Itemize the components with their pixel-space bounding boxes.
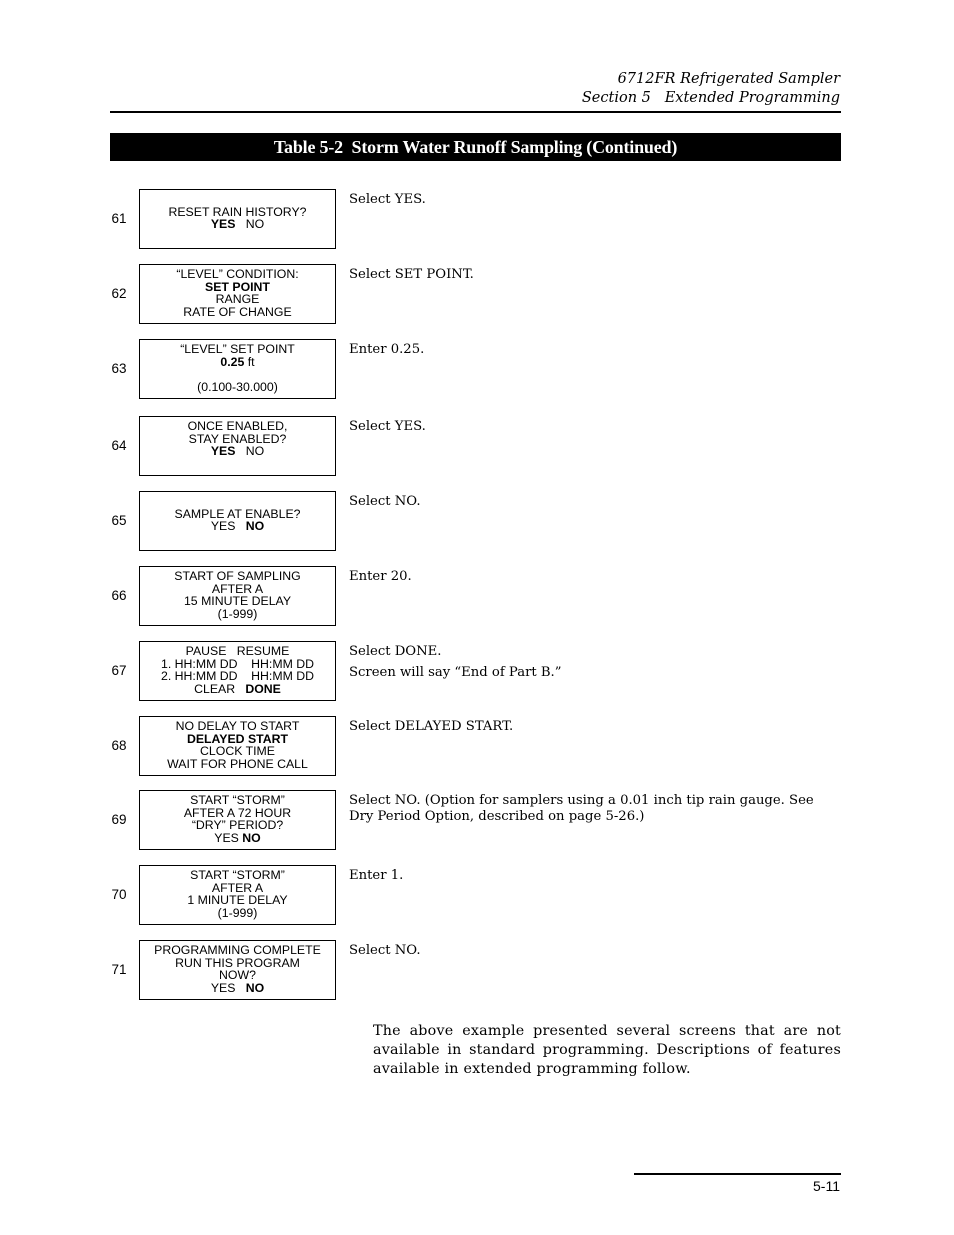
instruction: Select NO.	[349, 943, 829, 959]
page-number: 5-11	[813, 1178, 840, 1194]
table-row: 65 SAMPLE AT ENABLE? YES NO Select NO.	[0, 491, 954, 551]
instruction-text: Enter 1.	[349, 868, 404, 883]
table-title: Table 5-2 Storm Water Runoff Sampling (C…	[273, 137, 678, 157]
header-rule	[110, 111, 841, 113]
instruction-text: Select NO.	[349, 494, 421, 509]
screen-text: (0.100-30.000)	[197, 379, 278, 394]
instruction: Select YES.	[349, 192, 829, 208]
screen-selected-option: NO	[245, 519, 265, 534]
display-screen: RESET RAIN HISTORY? YES NO	[139, 189, 336, 249]
screen-line: WAIT FOR PHONE CALL	[140, 756, 335, 771]
table-row: 62 “LEVEL” CONDITION: SET POINT RANGE RATE O…	[0, 264, 954, 324]
step-number: 68	[111, 738, 127, 753]
instruction: Select DONE. Screen will say “End of Part…	[349, 644, 829, 681]
screen-text: (1-999)	[217, 606, 258, 621]
instruction-text: Select YES.	[349, 192, 426, 207]
header-title: 6712FR Refrigerated Sampler	[617, 71, 840, 87]
step-number: 69	[111, 812, 127, 827]
instruction: Select NO.	[349, 494, 829, 510]
table-row: 70 START “STORM” AFTER A1 MINUTE DELAY (1-9…	[0, 865, 954, 925]
screen-line: RATE OF CHANGE	[140, 304, 335, 319]
screen-line: YES NO	[140, 980, 335, 995]
header-section: Section 5 Extended Programming	[581, 90, 840, 106]
display-screen: START OF SAMPLING AFTER A 15 MINUTE DELAY(…	[139, 566, 336, 626]
display-screen: PAUSE RESUME 1. HH:MM DD HH:MM DD 2. HH:MM…	[139, 641, 336, 701]
screen-selected-option: YES	[210, 217, 236, 232]
display-screen: START “STORM” AFTER A1 MINUTE DELAY (1-999…	[139, 865, 336, 925]
screen-line: CLEAR DONE	[140, 681, 335, 696]
instruction-note: Screen will say “End of Part B.”	[349, 665, 562, 680]
screen-line: (1-999)	[140, 606, 335, 621]
instruction: Enter 20.	[349, 569, 829, 585]
step-number: 70	[111, 887, 127, 902]
step-number: 62	[111, 286, 127, 301]
table-row: 64 ONCE ENABLED, STAY ENABLED? YES NO Select…	[0, 416, 954, 476]
screen-selected-option: NO	[242, 830, 261, 845]
running-header: 6712FR Refrigerated Sampler Section 5 Ex…	[582, 70, 840, 108]
instruction-text: Enter 20.	[349, 569, 412, 584]
screen-line: YES NO	[140, 445, 335, 458]
instruction-text: Enter 0.25.	[349, 342, 425, 357]
instruction: Select YES.	[349, 419, 829, 435]
step-number: 66	[111, 588, 127, 603]
screen-text: WAIT FOR PHONE CALL	[167, 756, 308, 771]
step-number: 64	[111, 438, 127, 453]
instruction: Enter 1.	[349, 868, 829, 884]
step-number: 71	[111, 962, 127, 977]
table-row: 68 NO DELAY TO START DELAYED START CLOCK TI…	[0, 716, 954, 776]
table-row: 66 START OF SAMPLING AFTER A 15 MINUTE DELA…	[0, 566, 954, 626]
instruction: Select NO. (Option for samplers using a …	[349, 793, 829, 825]
table-row: 71 PROGRAMMING COMPLETE RUN THIS PROGRAM NO…	[0, 940, 954, 1000]
screen-text: RATE OF CHANGE	[183, 304, 292, 319]
screen-text: YES	[214, 830, 243, 845]
instruction-text: Select NO. (Option for samplers using a …	[349, 793, 814, 824]
screen-text: YES	[210, 519, 246, 534]
screen-text: (1-999)	[217, 905, 258, 920]
instruction: Select SET POINT.	[349, 267, 829, 283]
table-row: 61 RESET RAIN HISTORY? YES NO Select YES.	[0, 189, 954, 249]
display-screen: ONCE ENABLED, STAY ENABLED? YES NO	[139, 416, 336, 476]
instruction-text: Select NO.	[349, 943, 421, 958]
screen-text: CLEAR	[194, 681, 246, 696]
step-number: 67	[111, 663, 127, 678]
instruction-text: Select SET POINT.	[349, 267, 474, 282]
screen-line: YES NO	[140, 830, 335, 845]
display-screen: “LEVEL” SET POINT 0.25 ft (0.100-30.000)	[139, 339, 336, 399]
screen-line: YES NO	[140, 520, 335, 533]
screen-text: YES	[210, 980, 246, 995]
screen-line: (0.100-30.000)	[140, 379, 335, 394]
instruction-text: Select DONE.	[349, 644, 442, 659]
step-number: 61	[111, 211, 127, 226]
instruction: Enter 0.25.	[349, 342, 829, 358]
screen-text: NO	[235, 444, 265, 459]
screen-text: ft	[244, 354, 255, 369]
table-title-bar: Table 5-2 Storm Water Runoff Sampling (C…	[110, 133, 841, 161]
screen-selected-option: YES	[210, 444, 236, 459]
screen-line: (1-999)	[140, 905, 335, 920]
screen-text: NO	[235, 217, 265, 232]
screen-selected-option: DONE	[245, 681, 281, 696]
display-screen: SAMPLE AT ENABLE? YES NO	[139, 491, 336, 551]
step-number: 65	[111, 513, 127, 528]
instruction-text: Select DELAYED START.	[349, 719, 514, 734]
display-screen: “LEVEL” CONDITION: SET POINT RANGE RATE OF …	[139, 264, 336, 324]
instruction: Select DELAYED START.	[349, 719, 829, 735]
screen-selected-option: 0.25	[220, 354, 245, 369]
display-screen: START “STORM” AFTER A 72 HOUR “DRY” PERIOD…	[139, 790, 336, 850]
instruction-text: Select YES.	[349, 419, 426, 434]
body-paragraph: The above example presented several scre…	[373, 1023, 841, 1077]
screen-line: YES NO	[140, 218, 335, 231]
display-screen: NO DELAY TO START DELAYED START CLOCK TIME…	[139, 716, 336, 776]
screen-line: 0.25 ft	[140, 354, 335, 369]
table-row: 63 “LEVEL” SET POINT 0.25 ft (0.100-30.000)…	[0, 339, 954, 399]
footer-rule	[634, 1173, 841, 1175]
table-row: 69 START “STORM” AFTER A 72 HOUR “DRY” PERI…	[0, 790, 954, 850]
display-screen: PROGRAMMING COMPLETE RUN THIS PROGRAM NOW?…	[139, 940, 336, 1000]
screen-selected-option: NO	[245, 980, 265, 995]
table-row: 67 PAUSE RESUME 1. HH:MM DD HH:MM DD 2. HH:…	[0, 641, 954, 701]
step-number: 63	[111, 361, 127, 376]
